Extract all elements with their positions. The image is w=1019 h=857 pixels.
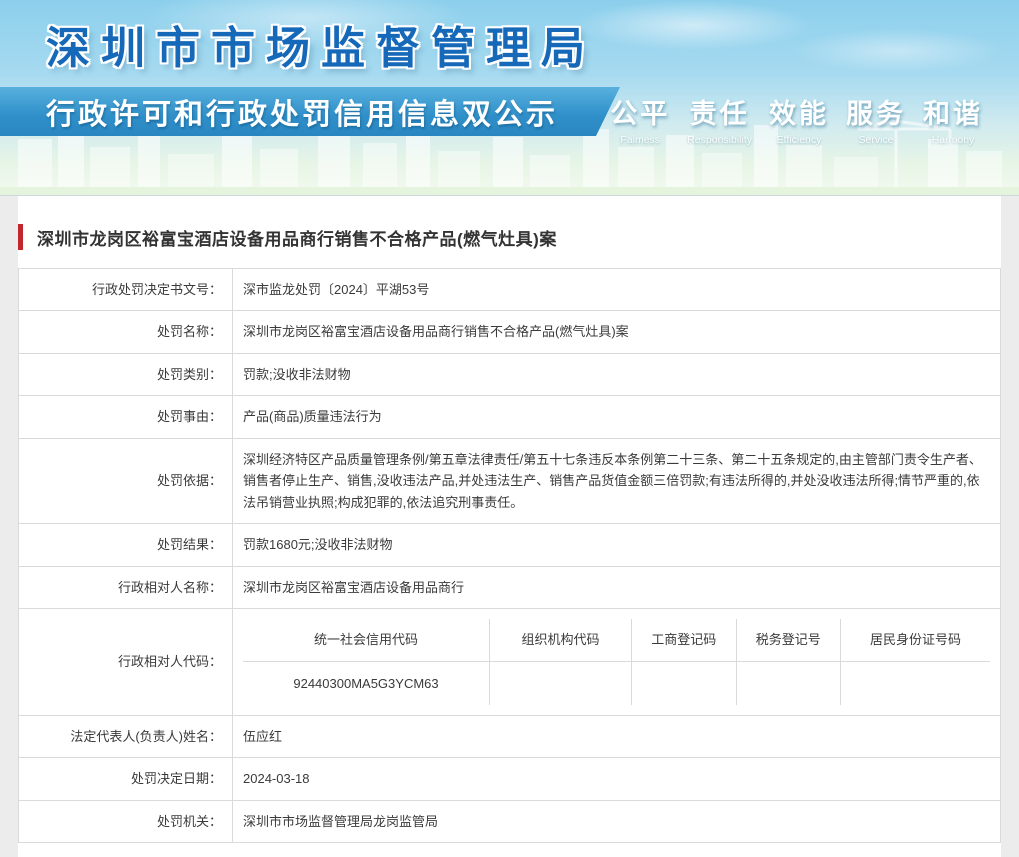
code-value: 92440300MA5G3YCM63 <box>243 661 490 705</box>
field-label: 处罚事由： <box>18 395 233 439</box>
code-header: 统一社会信用代码 <box>243 618 490 663</box>
content-area: 深圳市龙岗区裕富宝酒店设备用品商行销售不合格产品(燃气灶具)案 行政处罚决定书文… <box>18 196 1001 857</box>
table-row-party-codes: 行政相对人代码： 统一社会信用代码 组织机构代码 工商登记码 税务登记号 居民身… <box>18 607 1001 716</box>
party-code-cell: 统一社会信用代码 组织机构代码 工商登记码 税务登记号 居民身份证号码 9244… <box>232 607 1001 716</box>
field-value: 伍应红 <box>232 714 1001 759</box>
code-value <box>840 661 990 705</box>
code-value <box>630 661 737 705</box>
slogan-cn: 责任 <box>689 99 750 129</box>
slogan-cn: 公平 <box>610 99 671 129</box>
field-label: 处罚结果： <box>18 523 233 567</box>
field-value: 罚款;没收非法财物 <box>232 352 1001 397</box>
table-row: 处罚决定日期： 2024-03-18 <box>18 757 1001 801</box>
slogan-item: 和谐 Harmony <box>923 92 983 146</box>
field-value: 深圳市龙岗区裕富宝酒店设备用品商行 <box>232 565 1001 609</box>
slogan-item: 效能 Efficiency <box>769 92 829 146</box>
table-row: 处罚类别： 罚款;没收非法财物 <box>18 352 1001 397</box>
banner-ribbon-text: 行政许可和行政处罚信用信息双公示 <box>46 98 559 131</box>
field-label: 处罚名称： <box>18 310 233 354</box>
field-label: 处罚依据： <box>18 437 233 525</box>
field-value: 深圳市市场监督管理局龙岗监管局 <box>232 799 1001 844</box>
code-header: 税务登记号 <box>735 618 842 663</box>
title-accent-bar <box>18 224 23 250</box>
table-row: 行政处罚决定书文号： 深市监龙处罚〔2024〕平湖53号 <box>18 267 1001 312</box>
slogan-group: 公平 Faimess 责任 Responsibility 效能 Efficien… <box>610 92 983 146</box>
field-value: 罚款1680元;没收非法财物 <box>232 523 1001 567</box>
code-value <box>735 661 842 705</box>
field-value: 深市监龙处罚〔2024〕平湖53号 <box>232 267 1001 312</box>
code-header: 工商登记码 <box>630 618 737 663</box>
code-header: 居民身份证号码 <box>840 618 990 663</box>
field-label: 法定代表人(负责人)姓名： <box>18 714 233 759</box>
field-value: 2024-03-18 <box>232 757 1001 801</box>
field-value: 产品(商品)质量违法行为 <box>232 395 1001 439</box>
code-value <box>489 661 632 705</box>
table-row: 处罚名称： 深圳市龙岗区裕富宝酒店设备用品商行销售不合格产品(燃气灶具)案 <box>18 310 1001 354</box>
table-row: 法定代表人(负责人)姓名： 伍应红 <box>18 714 1001 759</box>
field-label: 处罚类别： <box>18 352 233 397</box>
slogan-cn: 服务 <box>846 99 906 129</box>
slogan-en: Harmony <box>931 134 975 146</box>
slogan-cn: 和谐 <box>923 99 983 129</box>
table-row: 处罚结果： 罚款1680元;没收非法财物 <box>18 523 1001 567</box>
banner-ribbon: 行政许可和行政处罚信用信息双公示 <box>0 87 620 136</box>
site-header: 深圳市市场监督管理局 行政许可和行政处罚信用信息双公示 公平 Faimess 责… <box>0 0 1019 196</box>
site-title: 深圳市市场监督管理局 <box>46 24 596 73</box>
code-header-row: 统一社会信用代码 组织机构代码 工商登记码 税务登记号 居民身份证号码 <box>243 618 990 663</box>
field-label: 行政处罚决定书文号： <box>18 267 233 312</box>
slogan-item: 责任 Responsibility <box>687 92 752 146</box>
field-label: 行政相对人名称： <box>18 565 233 609</box>
code-value-row: 92440300MA5G3YCM63 <box>243 661 990 705</box>
party-code-table: 统一社会信用代码 组织机构代码 工商登记码 税务登记号 居民身份证号码 9244… <box>243 618 990 705</box>
table-row: 处罚事由： 产品(商品)质量违法行为 <box>18 395 1001 439</box>
slogan-en: Service <box>858 134 894 146</box>
code-header: 组织机构代码 <box>489 618 632 663</box>
slogan-item: 服务 Service <box>846 92 906 146</box>
table-row: 行政相对人名称： 深圳市龙岗区裕富宝酒店设备用品商行 <box>18 565 1001 609</box>
field-label: 行政相对人代码： <box>18 607 233 716</box>
table-row: 处罚依据： 深圳经济特区产品质量管理条例/第五章法律责任/第五十七条违反本条例第… <box>18 437 1001 525</box>
case-title-block: 深圳市龙岗区裕富宝酒店设备用品商行销售不合格产品(燃气灶具)案 <box>18 222 1001 268</box>
slogan-en: Faimess <box>620 134 661 146</box>
field-label: 处罚机关： <box>18 799 233 844</box>
field-value: 深圳市龙岗区裕富宝酒店设备用品商行销售不合格产品(燃气灶具)案 <box>232 310 1001 354</box>
case-title: 深圳市龙岗区裕富宝酒店设备用品商行销售不合格产品(燃气灶具)案 <box>37 229 557 249</box>
table-row: 处罚机关： 深圳市市场监督管理局龙岗监管局 <box>18 799 1001 844</box>
penalty-info-table: 行政处罚决定书文号： 深市监龙处罚〔2024〕平湖53号 处罚名称： 深圳市龙岗… <box>18 267 1001 844</box>
slogan-cn: 效能 <box>769 99 829 129</box>
slogan-en: Responsibility <box>687 134 752 146</box>
slogan-item: 公平 Faimess <box>610 92 670 146</box>
field-value: 深圳经济特区产品质量管理条例/第五章法律责任/第五十七条违反本条例第二十三条、第… <box>232 437 1001 525</box>
field-label: 处罚决定日期： <box>18 757 233 801</box>
slogan-en: Efficiency <box>776 134 822 146</box>
